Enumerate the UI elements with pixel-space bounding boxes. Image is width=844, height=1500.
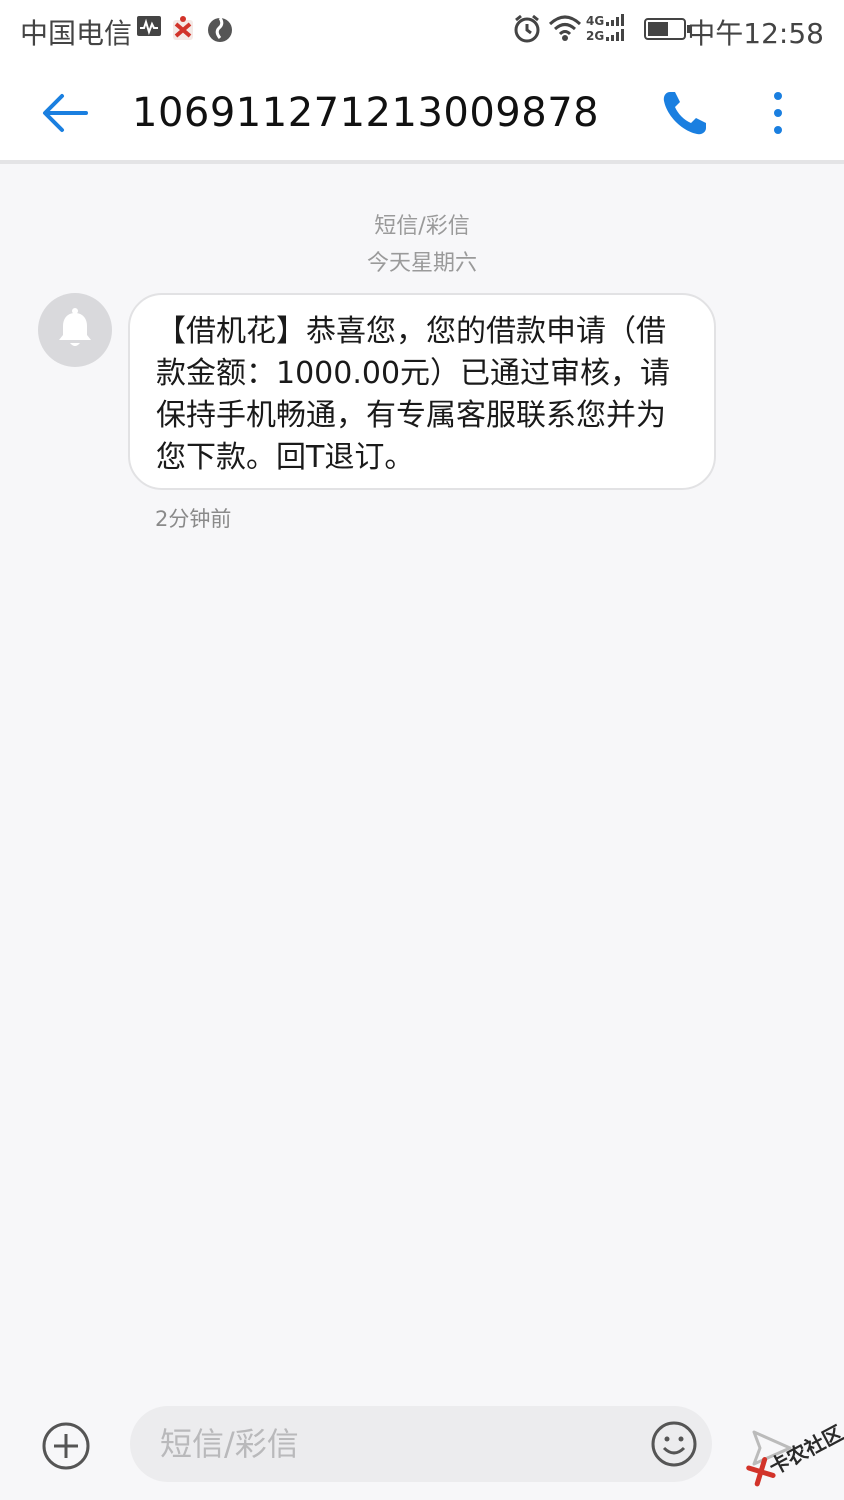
- arrow-left-icon: [43, 94, 88, 132]
- alarm-icon: [512, 14, 542, 48]
- call-button[interactable]: [660, 88, 710, 138]
- status-clock: 中午12:58: [687, 17, 824, 50]
- message-bubble[interactable]: 【借机花】恭喜您，您的借款申请（借款金额：1000.00元）已通过审核，请保持手…: [128, 293, 716, 490]
- sender-avatar[interactable]: [38, 293, 112, 367]
- watermark-logo: 卡农社区: [733, 1399, 844, 1500]
- network-label-bottom: 2G: [586, 29, 604, 43]
- messaging-screen: 中国电信 4G 2G 中午12:58 106911271213009878 短信…: [0, 0, 844, 1500]
- date-separator: 今天星期六: [366, 251, 477, 276]
- bell-icon: [59, 308, 91, 346]
- message-text: 【借机花】恭喜您，您的借款申请（借款金额：1000.00元）已通过审核，请保持手…: [156, 314, 671, 475]
- plus-circle-icon: [42, 1422, 90, 1470]
- compose-box: [130, 1406, 712, 1482]
- message-input[interactable]: [160, 1422, 620, 1466]
- conversation-header: 106911271213009878: [0, 60, 844, 164]
- contact-number: 106911271213009878: [132, 90, 600, 136]
- emoji-button[interactable]: [650, 1420, 698, 1468]
- add-attachment-button[interactable]: [40, 1420, 92, 1472]
- wifi-icon: [548, 14, 582, 46]
- network-label-top: 4G: [586, 14, 604, 28]
- message-timestamp: 2分钟前: [155, 507, 232, 531]
- smiley-icon: [651, 1421, 697, 1467]
- activity-monitor-icon: [136, 14, 162, 42]
- watermark-text: 卡农社区: [765, 1420, 844, 1480]
- app-notification-icon: [170, 14, 196, 46]
- carrier-name: 中国电信: [20, 17, 133, 50]
- status-bar: 中国电信 4G 2G 中午12:58: [0, 0, 844, 60]
- more-vert-icon: [774, 92, 782, 134]
- message-type-label: 短信/彩信: [374, 214, 470, 239]
- more-options-button[interactable]: [760, 88, 796, 138]
- music-app-icon: [206, 14, 234, 48]
- phone-icon: [663, 92, 706, 135]
- cellular-signal-icon: 4G 2G: [586, 12, 634, 48]
- battery-icon: [644, 18, 692, 46]
- back-button[interactable]: [38, 86, 92, 140]
